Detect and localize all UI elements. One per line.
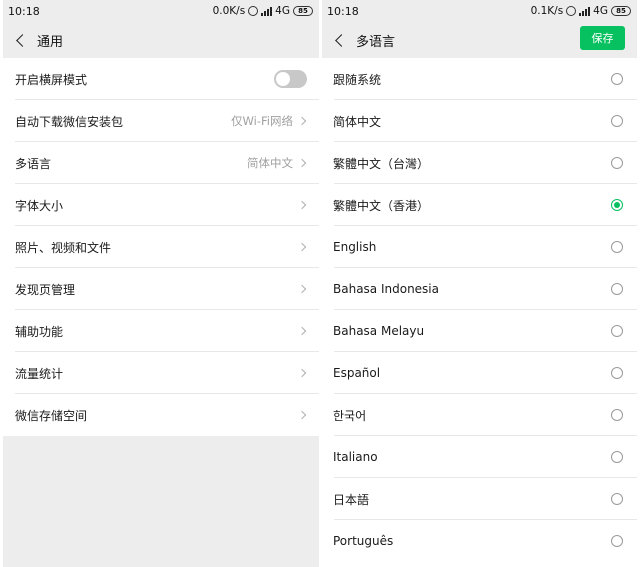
radio-icon[interactable] (611, 157, 623, 169)
status-indicators: 0.0K/s 4G 85 (213, 5, 313, 17)
screenshot-pair: 10:18 0.0K/s 4G 85 通用 开启横屏模式自动下载微信安装包 仅Wi… (0, 0, 640, 567)
back-icon[interactable] (3, 22, 33, 58)
chevron-right-icon (297, 284, 307, 294)
chevron-right-icon (297, 410, 307, 420)
language-label: Português (333, 534, 394, 548)
language-option[interactable]: 한국어 (322, 394, 637, 436)
settings-item[interactable]: 自动下载微信安装包 仅Wi-Fi网络 (3, 100, 319, 142)
language-option[interactable]: Bahasa Indonesia (322, 268, 637, 310)
settings-item-label: 多语言 (15, 156, 52, 171)
chevron-right-icon (297, 116, 307, 126)
language-option[interactable]: 繁體中文（香港） (322, 184, 637, 226)
status-bar: 10:18 0.1K/s 4G 85 (322, 0, 637, 22)
radio-icon[interactable] (611, 535, 623, 547)
radio-icon[interactable] (611, 325, 623, 337)
radio-icon[interactable] (611, 493, 623, 505)
chevron-right-icon (297, 326, 307, 336)
page-title: 多语言 (356, 34, 396, 50)
language-screen: 10:18 0.1K/s 4G 85 多语言 保存 跟随系统简体中文繁體中文（台… (322, 0, 637, 567)
language-label: Español (333, 366, 381, 380)
language-option[interactable]: 跟随系统 (322, 58, 637, 100)
status-bar: 10:18 0.0K/s 4G 85 (3, 0, 319, 22)
alarm-icon (248, 6, 259, 16)
save-button[interactable]: 保存 (580, 26, 625, 50)
language-label: Bahasa Indonesia (333, 282, 439, 296)
settings-item[interactable]: 流量统计 (3, 352, 319, 394)
language-label: 日本語 (333, 492, 370, 507)
language-option[interactable]: English (322, 226, 637, 268)
settings-item-value: 仅Wi-Fi网络 (231, 114, 293, 128)
language-option[interactable]: Português (322, 520, 637, 562)
language-option[interactable]: Español (322, 352, 637, 394)
language-label: 简体中文 (333, 114, 382, 129)
back-icon[interactable] (322, 22, 352, 58)
settings-item-label: 流量统计 (15, 366, 64, 381)
language-label: Italiano (333, 450, 378, 464)
settings-item[interactable]: 辅助功能 (3, 310, 319, 352)
settings-item-label: 辅助功能 (15, 324, 64, 339)
network-speed: 0.0K/s (212, 5, 246, 17)
language-option[interactable]: Bahasa Melayu (322, 310, 637, 352)
settings-list: 开启横屏模式自动下载微信安装包 仅Wi-Fi网络多语言 简体中文字体大小照片、视频和… (3, 58, 319, 436)
language-list: 跟随系统简体中文繁體中文（台灣） 繁體中文（香港） English Bahasa In… (322, 58, 637, 562)
radio-icon[interactable] (611, 241, 623, 253)
alarm-icon (566, 6, 577, 16)
language-option[interactable]: Italiano (322, 436, 637, 478)
chevron-right-icon (297, 368, 307, 378)
battery-icon: 85 (611, 6, 631, 16)
language-label: 한국어 (333, 408, 367, 423)
settings-item-value: 简体中文 (247, 156, 293, 170)
language-label: 繁體中文（台灣） (333, 156, 430, 171)
language-label: 繁體中文（香港） (333, 198, 430, 213)
nav-bar: 通用 (3, 22, 319, 58)
settings-item-label: 发现页管理 (15, 282, 76, 297)
status-indicators: 0.1K/s 4G 85 (531, 5, 631, 17)
network-type: 4G (593, 5, 608, 17)
network-speed: 0.1K/s (530, 5, 564, 17)
settings-item[interactable]: 多语言 简体中文 (3, 142, 319, 184)
radio-icon[interactable] (611, 409, 623, 421)
status-time: 10:18 (8, 4, 40, 18)
signal-icon (261, 6, 273, 16)
radio-icon[interactable] (611, 367, 623, 379)
settings-item[interactable]: 开启横屏模式 (3, 58, 319, 100)
general-settings-screen: 10:18 0.0K/s 4G 85 通用 开启横屏模式自动下载微信安装包 仅Wi… (3, 0, 319, 567)
settings-item-label: 字体大小 (15, 198, 64, 213)
radio-icon[interactable] (611, 115, 623, 127)
page-title: 通用 (37, 34, 64, 50)
radio-selected-icon[interactable] (611, 199, 623, 211)
signal-icon (579, 6, 591, 16)
settings-item-label: 照片、视频和文件 (15, 240, 112, 255)
settings-item[interactable]: 照片、视频和文件 (3, 226, 319, 268)
radio-icon[interactable] (611, 451, 623, 463)
settings-item[interactable]: 字体大小 (3, 184, 319, 226)
chevron-right-icon (297, 158, 307, 168)
settings-item-label: 自动下载微信安装包 (15, 114, 124, 129)
chevron-right-icon (297, 200, 307, 210)
settings-item-label: 微信存储空间 (15, 408, 88, 423)
radio-icon[interactable] (611, 73, 623, 85)
language-option[interactable]: 日本語 (322, 478, 637, 520)
settings-item-label: 开启横屏模式 (15, 72, 88, 87)
settings-item[interactable]: 发现页管理 (3, 268, 319, 310)
network-type: 4G (275, 5, 290, 17)
radio-icon[interactable] (611, 283, 623, 295)
language-label: 跟随系统 (333, 72, 382, 87)
language-option[interactable]: 简体中文 (322, 100, 637, 142)
status-time: 10:18 (327, 4, 359, 18)
settings-item[interactable]: 微信存储空间 (3, 394, 319, 436)
nav-bar: 多语言 保存 (322, 22, 637, 58)
battery-icon: 85 (293, 6, 313, 16)
landscape-toggle[interactable] (274, 70, 307, 88)
language-label: English (333, 240, 377, 254)
language-label: Bahasa Melayu (333, 324, 425, 338)
chevron-right-icon (297, 242, 307, 252)
language-option[interactable]: 繁體中文（台灣） (322, 142, 637, 184)
